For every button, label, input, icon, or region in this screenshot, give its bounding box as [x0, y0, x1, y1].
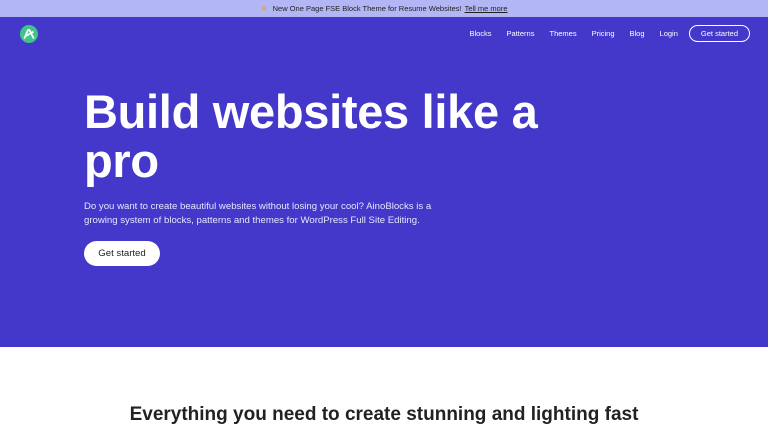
ainoblocks-logo-icon[interactable] [20, 25, 38, 43]
nav-item-patterns[interactable]: Patterns [507, 29, 535, 38]
nav-item-themes[interactable]: Themes [549, 29, 576, 38]
nav-item-blog[interactable]: Blog [630, 29, 645, 38]
nav-item-login[interactable]: Login [660, 29, 678, 38]
announcement-link[interactable]: Tell me more [465, 4, 508, 13]
get-started-hero-button[interactable]: Get started [84, 241, 160, 266]
announcement-text: New One Page FSE Block Theme for Resume … [272, 4, 462, 13]
get-started-nav-button[interactable]: Get started [688, 24, 750, 42]
star-icon: ★ [260, 4, 268, 13]
hero-title: Build websites like a pro [84, 85, 538, 187]
hero-subtitle: Do you want to create beautiful websites… [84, 201, 432, 226]
announcement-bar: ★ New One Page FSE Block Theme for Resum… [0, 0, 768, 17]
main-nav: Blocks Patterns Themes Pricing Blog Logi… [454, 24, 750, 42]
nav-item-pricing[interactable]: Pricing [592, 29, 615, 38]
hero-section: Blocks Patterns Themes Pricing Blog Logi… [0, 17, 768, 347]
nav-item-blocks[interactable]: Blocks [469, 29, 491, 38]
logo-glyph-icon [23, 29, 35, 39]
features-heading: Everything you need to create stunning a… [129, 404, 639, 425]
